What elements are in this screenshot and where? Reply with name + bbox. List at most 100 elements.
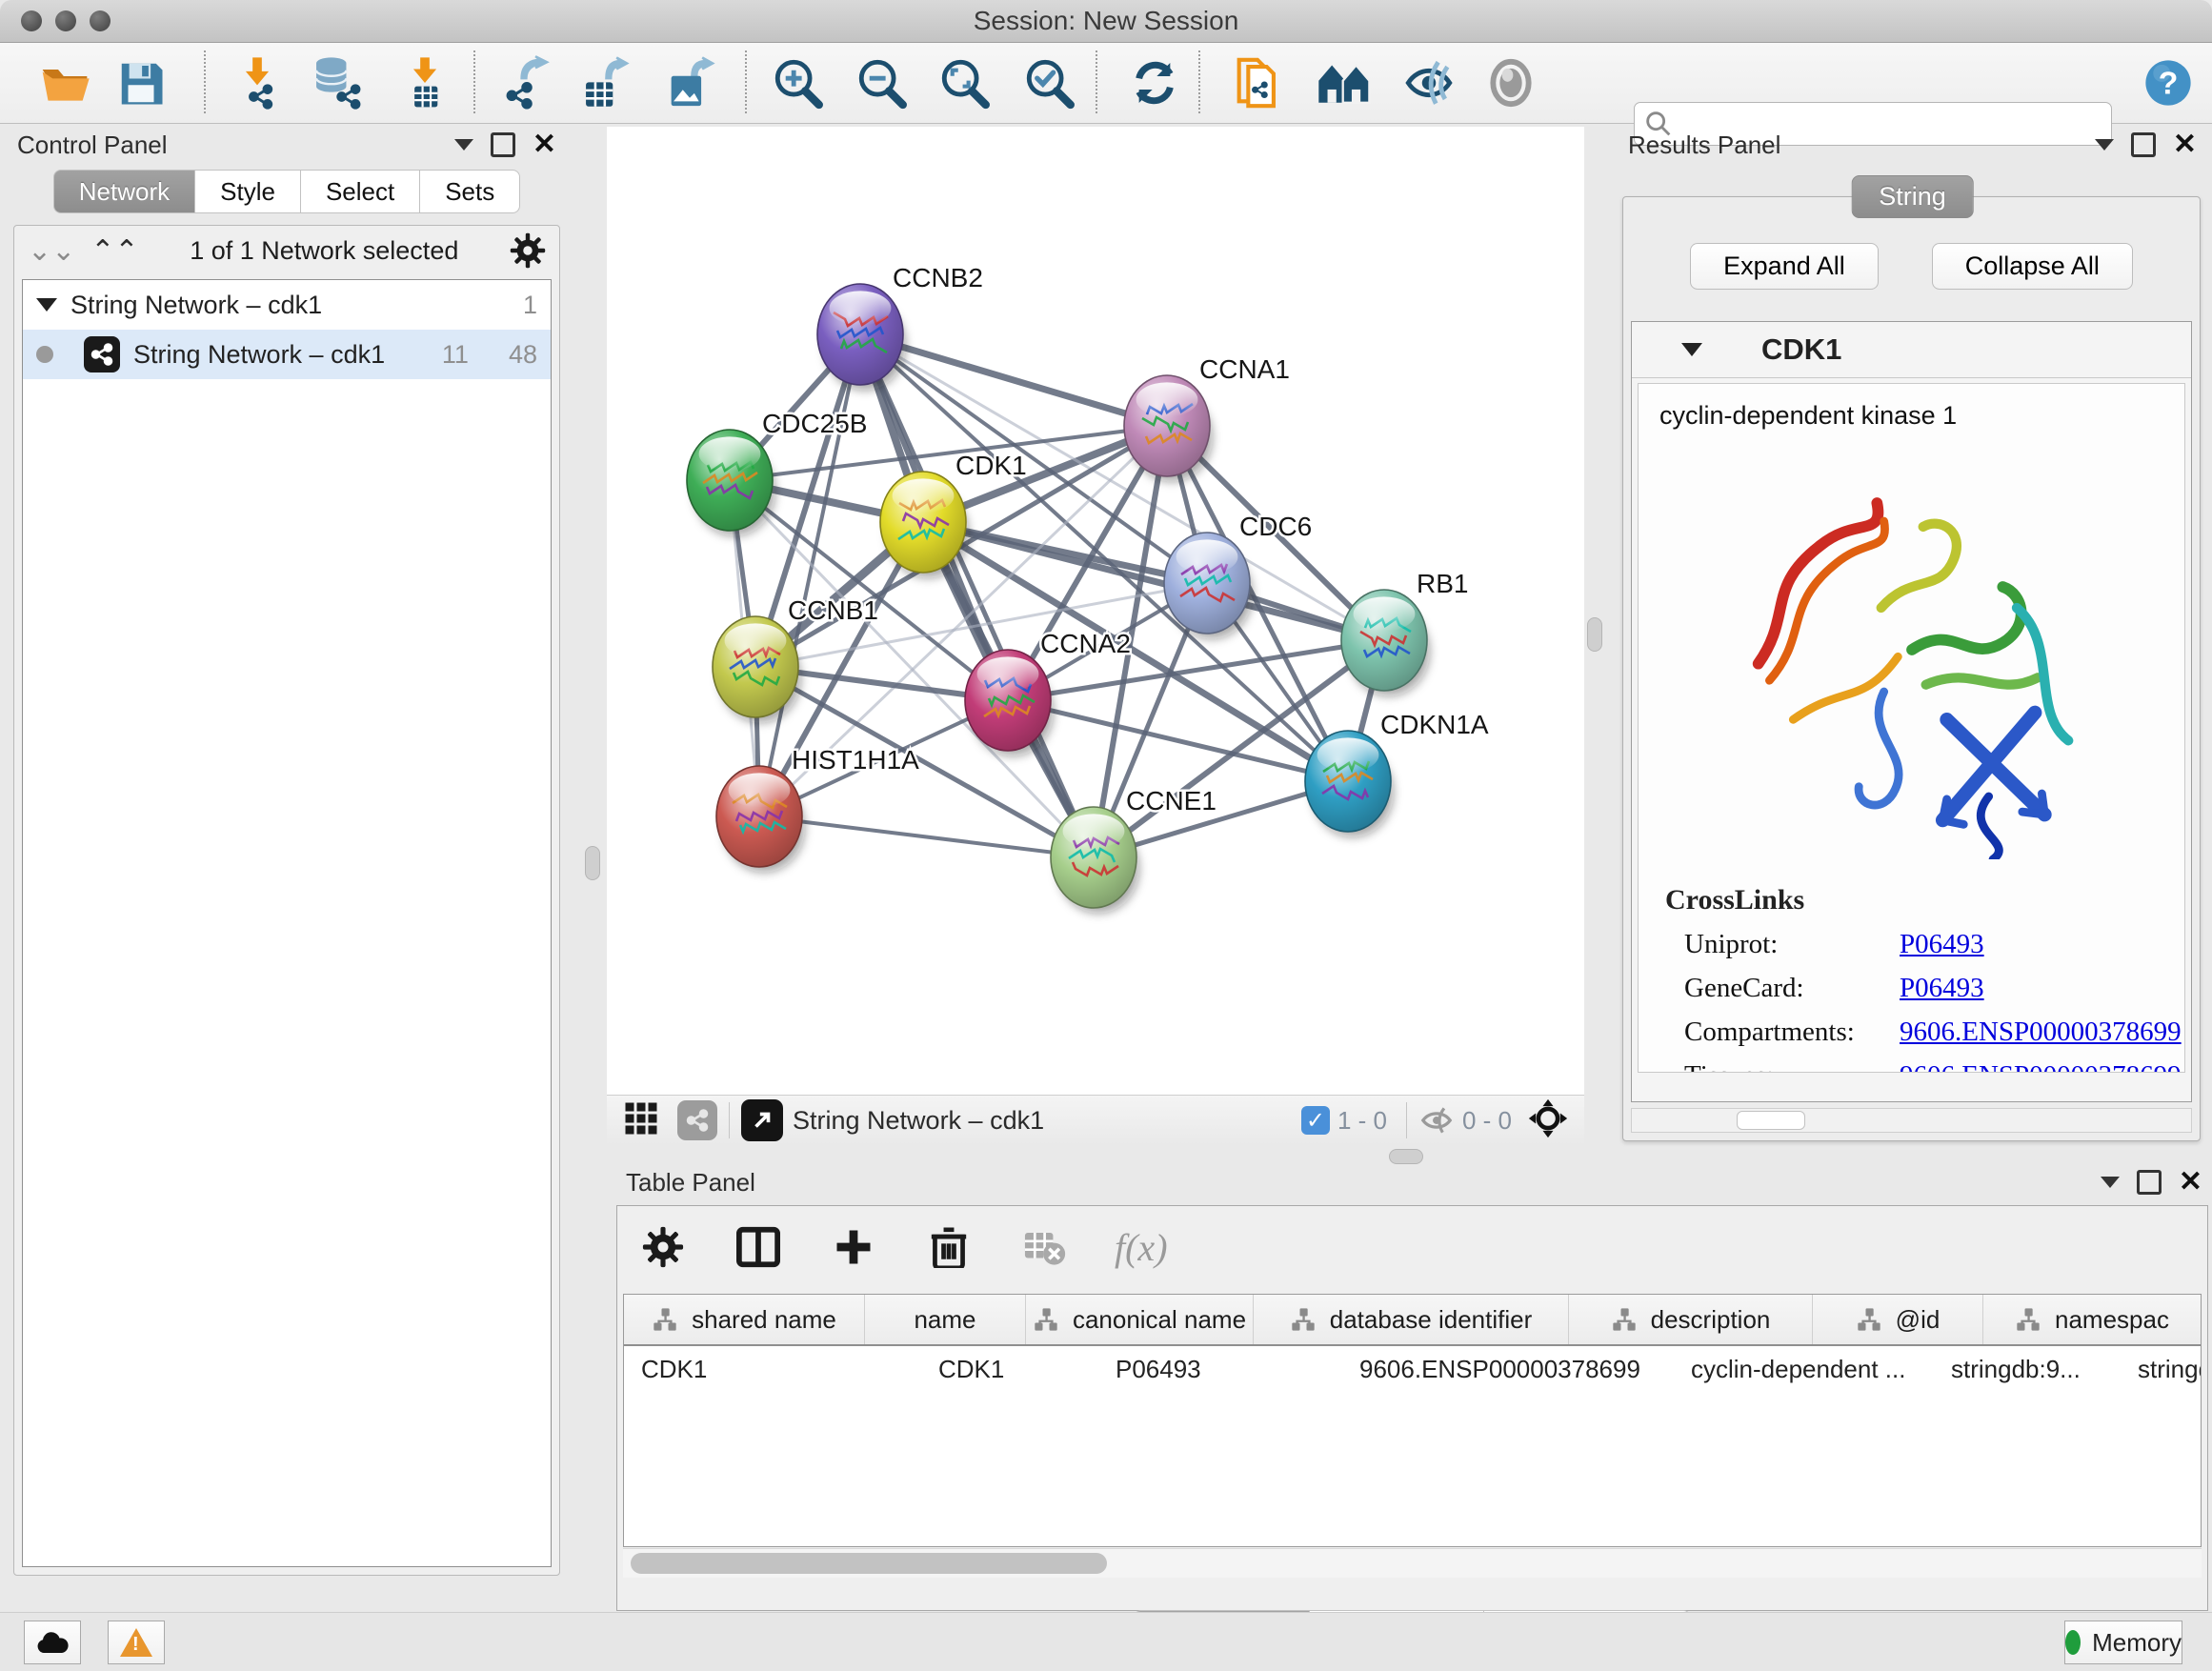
crosslink-uniprot-link[interactable]: P06493 <box>1900 929 1984 960</box>
results-scrollbar[interactable] <box>1631 1108 2192 1133</box>
tab-network[interactable]: Network <box>53 170 195 213</box>
tab-style[interactable]: Style <box>195 170 301 213</box>
crosslink-genecard-link[interactable]: P06493 <box>1900 973 1984 1004</box>
open-session-button[interactable] <box>36 54 93 111</box>
network-node-cdc6[interactable]: CDC6 <box>1164 512 1312 639</box>
panel-menu-icon[interactable] <box>454 139 473 151</box>
splitter-handle-left[interactable] <box>585 846 600 880</box>
network-node-rb1[interactable]: RB1 <box>1341 569 1468 696</box>
refresh-button[interactable] <box>1126 54 1183 111</box>
table-row[interactable]: CDK1 CDK1 P06493 9606.ENSP00000378699 cy… <box>624 1346 2201 1392</box>
float-panel-icon[interactable] <box>491 132 515 157</box>
network-node-ccnb1[interactable]: CCNB1 <box>713 595 878 723</box>
splitter-handle-right[interactable] <box>1587 617 1602 652</box>
trash-icon <box>930 1226 968 1268</box>
column-header-name[interactable]: name <box>865 1295 1026 1344</box>
close-panel-icon[interactable]: ✕ <box>2173 135 2197 154</box>
save-session-button[interactable] <box>112 54 170 111</box>
panel-menu-icon[interactable] <box>2101 1177 2120 1188</box>
plus-icon <box>834 1227 874 1267</box>
open-in-window-button[interactable] <box>741 1099 783 1141</box>
zoom-selected-button[interactable] <box>1021 54 1078 111</box>
warnings-button[interactable] <box>108 1621 165 1664</box>
network-overview-button[interactable] <box>677 1100 717 1140</box>
export-image-button[interactable] <box>661 54 718 111</box>
crosshair-icon <box>1527 1097 1569 1139</box>
column-header-shared-name[interactable]: shared name <box>624 1295 865 1344</box>
tab-select[interactable]: Select <box>301 170 420 213</box>
tab-sets[interactable]: Sets <box>420 170 520 213</box>
birds-eye-view-button[interactable] <box>624 1101 658 1140</box>
add-column-button[interactable] <box>829 1222 878 1272</box>
help-button[interactable]: ? <box>2140 54 2197 111</box>
separator <box>729 1102 730 1138</box>
database-icon <box>311 55 366 111</box>
network-node-cdkn1a[interactable]: CDKN1A <box>1305 710 1489 837</box>
network-collection-row[interactable]: String Network – cdk1 1 <box>23 280 551 330</box>
memory-button[interactable]: Memory <box>2064 1621 2182 1664</box>
separator <box>1406 1102 1407 1138</box>
network-list-options-gear-icon[interactable] <box>510 232 546 269</box>
cloud-status-button[interactable] <box>24 1621 81 1664</box>
expand-all-button[interactable]: Expand All <box>1690 243 1879 290</box>
collapse-all-button[interactable]: Collapse All <box>1932 243 2133 290</box>
close-panel-icon[interactable]: ✕ <box>2179 1173 2202 1192</box>
delete-column-button[interactable] <box>924 1222 974 1272</box>
column-header-database-identifier[interactable]: database identifier <box>1254 1295 1569 1344</box>
node-highlight <box>699 436 761 471</box>
zoom-fit-button[interactable] <box>936 54 994 111</box>
column-header-description[interactable]: description <box>1569 1295 1813 1344</box>
panel-menu-icon[interactable] <box>2095 139 2114 151</box>
network-edge[interactable] <box>860 334 1094 857</box>
import-network-file-button[interactable] <box>229 54 286 111</box>
network-graph[interactable]: CCNB2CCNA1CDC25BCDK1CDC6RB1CCNB1CCNA2CDK… <box>607 127 1584 1095</box>
collapse-all-icon[interactable]: ⌄⌄ <box>28 234 75 268</box>
zoom-out-button[interactable] <box>854 54 911 111</box>
table-horizontal-scrollbar[interactable] <box>623 1548 2202 1578</box>
export-table-button[interactable] <box>575 54 633 111</box>
export-table-icon <box>576 55 632 111</box>
clone-network-button[interactable] <box>1229 54 1286 111</box>
export-network-button[interactable] <box>495 54 553 111</box>
splitter-handle-bottom[interactable] <box>1389 1149 1423 1164</box>
table-options-button[interactable] <box>638 1222 688 1272</box>
crosslink-compartments-link[interactable]: 9606.ENSP00000378699 <box>1900 1017 2182 1048</box>
toolbar-separator <box>1198 50 1200 113</box>
entry-collapse-icon[interactable] <box>1681 343 1702 356</box>
float-panel-icon[interactable] <box>2131 132 2156 157</box>
float-panel-icon[interactable] <box>2137 1170 2162 1195</box>
show-all-button[interactable] <box>1482 54 1539 111</box>
fit-content-button[interactable] <box>1527 1097 1569 1144</box>
network-node-hist1h1a[interactable]: HIST1H1A <box>716 745 919 873</box>
import-network-database-button[interactable] <box>310 54 367 111</box>
collection-expand-icon[interactable] <box>36 298 57 312</box>
column-header-namespace[interactable]: namespac <box>1983 1295 2201 1344</box>
column-header-id[interactable]: @id <box>1813 1295 1983 1344</box>
protein-structure-image <box>1712 440 2112 859</box>
close-panel-icon[interactable]: ✕ <box>533 135 556 154</box>
clone-network-icon <box>1230 55 1285 111</box>
zoom-in-button[interactable] <box>770 54 827 111</box>
network-canvas[interactable]: CCNB2CCNA1CDC25BCDK1CDC6RB1CCNB1CCNA2CDK… <box>607 127 1584 1095</box>
entry-gene-name: CDK1 <box>1761 332 1841 367</box>
node-label: RB1 <box>1417 569 1468 598</box>
expand-all-icon[interactable]: ⌃⌃ <box>90 234 138 268</box>
tab-string[interactable]: String <box>1851 175 1974 218</box>
network-row-selected[interactable]: String Network – cdk1 11 48 <box>23 330 551 379</box>
network-node-ccne1[interactable]: CCNE1 <box>1051 786 1217 914</box>
column-header-canonical-name[interactable]: canonical name <box>1026 1295 1254 1344</box>
crosslink-tissues-link[interactable]: 9606.ENSP00000378699 <box>1900 1060 2182 1073</box>
node-label: CCNB1 <box>788 595 878 625</box>
selected-checkbox[interactable]: ✓ <box>1301 1106 1330 1135</box>
network-edge[interactable] <box>759 816 1094 857</box>
show-columns-button[interactable] <box>734 1222 783 1272</box>
hide-selected-button[interactable] <box>1400 54 1458 111</box>
toolbar-separator <box>745 50 747 113</box>
import-table-button[interactable] <box>396 54 453 111</box>
status-bar: Memory <box>0 1612 2212 1671</box>
first-neighbors-button[interactable] <box>1317 54 1374 111</box>
columns-icon <box>736 1226 780 1268</box>
node-label: CDKN1A <box>1380 710 1489 739</box>
application-window: Session: New Session <box>0 0 2212 1671</box>
network-edge[interactable] <box>860 334 1167 426</box>
